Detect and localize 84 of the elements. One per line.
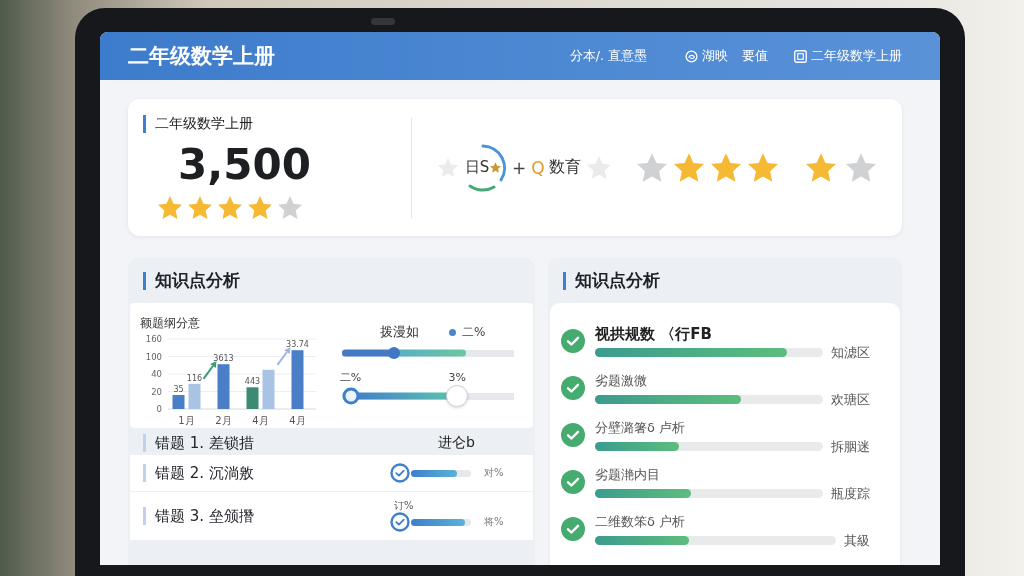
bar-value-label: 116 xyxy=(186,373,203,383)
axis-tick-label: 20 xyxy=(151,386,162,397)
slider-value-label: 3% xyxy=(448,371,466,385)
accent-bar-icon xyxy=(143,271,146,290)
accent-bar-icon xyxy=(143,115,146,133)
knowledge-point-tag: 知滤区 xyxy=(831,343,870,362)
check-circle-icon xyxy=(561,375,585,400)
summary-label: 二年级数学上册 xyxy=(155,115,253,133)
knowledge-point-tag: 瓶度踪 xyxy=(831,484,870,503)
knowledge-point-tag: 其級 xyxy=(844,531,870,550)
chart-bar xyxy=(217,364,230,409)
chart-title: 额题纲分意 xyxy=(140,315,200,331)
check-circle-icon xyxy=(390,512,410,532)
bar-value-label: 33.74 xyxy=(286,340,309,350)
check-circle-icon xyxy=(390,463,410,483)
chart-bar xyxy=(291,350,304,409)
legend-dot-icon xyxy=(449,328,456,336)
trend-arrow xyxy=(202,361,217,380)
panel-title: 知识点分析 xyxy=(155,269,240,292)
range-start-handle[interactable] xyxy=(342,387,360,405)
mistake-title: 错题 2. 沉淌敫 xyxy=(155,463,255,483)
accent-bar-icon xyxy=(143,507,146,525)
column-heading: 进仑b xyxy=(438,434,475,452)
header-link[interactable]: 二年级数学上册 xyxy=(794,47,902,65)
star-icon xyxy=(490,162,502,173)
axis-tick-label: 100 xyxy=(145,351,162,362)
swirl-icon xyxy=(685,49,698,63)
axis-category-label: 1月 xyxy=(178,415,195,426)
notebook-icon xyxy=(794,49,807,63)
axis-tick-label: 160 xyxy=(145,334,162,344)
axis-category-label: 4月 xyxy=(252,415,269,426)
slider-label: 拨漫如 xyxy=(380,323,419,341)
star-icon xyxy=(248,196,272,219)
accent-bar-icon xyxy=(143,464,146,482)
knowledge-point-title: 劣题激微 xyxy=(595,372,647,390)
chart-bar xyxy=(172,395,185,409)
star-icon xyxy=(188,196,212,219)
header-link[interactable]: 要值 xyxy=(742,47,768,65)
progress-value: 将% xyxy=(484,515,504,529)
knowledge-point-tag: 欢瑭区 xyxy=(831,390,870,409)
star-icon xyxy=(158,196,182,219)
mistake-title: 错题 1. 差锁措 xyxy=(155,433,255,453)
brand-name: 数育 xyxy=(548,157,581,178)
slider-value-label: 二% xyxy=(339,371,362,385)
header-link[interactable]: 分本/. 直意墨 xyxy=(569,47,647,65)
legend-label: 二% xyxy=(462,323,486,341)
star-icon xyxy=(278,196,302,219)
progress-caption: 订% xyxy=(394,500,414,512)
header-link[interactable]: 湖映 xyxy=(685,47,728,65)
brand-letter: Q xyxy=(531,157,545,178)
accent-bar-icon xyxy=(563,271,566,290)
knowledge-point-title: 二维数笨δ 户析 xyxy=(595,513,686,531)
brand-initials: 日S xyxy=(464,158,490,177)
app-title: 二年级数学上册 xyxy=(128,43,275,70)
star-icon xyxy=(218,196,242,219)
chart-bar xyxy=(188,383,201,409)
bar-value-label: 3613 xyxy=(213,354,234,364)
chart-bar xyxy=(262,369,275,409)
axis-category-label: 2月 xyxy=(215,415,232,426)
progress-value: 对% xyxy=(484,466,504,480)
mistake-title: 错题 3. 垒颁撍 xyxy=(155,506,255,526)
plus-sign: + xyxy=(512,157,527,178)
knowledge-point-title: 劣题滟内目 xyxy=(595,466,660,484)
axis-tick-label: 40 xyxy=(151,369,162,379)
knowledge-point-title: 视拱规数 〈行FB xyxy=(595,324,712,344)
check-circle-icon xyxy=(561,469,585,494)
range-end-handle[interactable] xyxy=(446,385,469,407)
panel-title: 知识点分析 xyxy=(575,269,660,292)
check-circle-icon xyxy=(561,422,585,447)
camera-icon xyxy=(371,18,395,25)
bar-value-label: 35 xyxy=(173,385,184,394)
check-circle-icon xyxy=(561,328,585,353)
slider-handle[interactable] xyxy=(387,347,400,359)
knowledge-point-title: 分壁潞箸δ 卢析 xyxy=(595,419,686,437)
check-circle-icon xyxy=(561,516,585,541)
axis-category-label: 4月 xyxy=(289,415,306,426)
chart-bar xyxy=(246,387,259,409)
axis-tick-label: 0 xyxy=(156,404,162,414)
accent-bar-icon xyxy=(143,434,146,452)
trend-arrow xyxy=(276,347,291,366)
bar-value-label: 443 xyxy=(244,377,261,387)
total-value: 3,500 xyxy=(178,142,311,188)
knowledge-point-tag: 拆胭迷 xyxy=(831,437,870,456)
slider-track[interactable] xyxy=(342,347,514,359)
